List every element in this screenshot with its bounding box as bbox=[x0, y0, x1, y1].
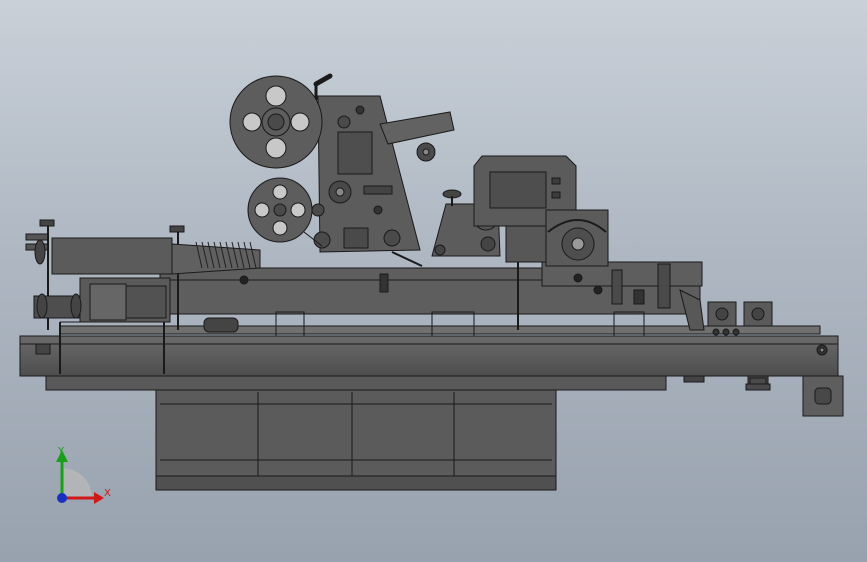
triad-x-label: X bbox=[104, 488, 111, 499]
triad-z-axis bbox=[57, 493, 67, 503]
cad-viewport[interactable]: Y X bbox=[0, 0, 867, 562]
triad-quadrant bbox=[62, 468, 92, 498]
triad-y-label: Y bbox=[57, 446, 65, 457]
coordinate-triad: Y X bbox=[56, 446, 111, 504]
triad-x-arrowhead bbox=[94, 492, 104, 504]
